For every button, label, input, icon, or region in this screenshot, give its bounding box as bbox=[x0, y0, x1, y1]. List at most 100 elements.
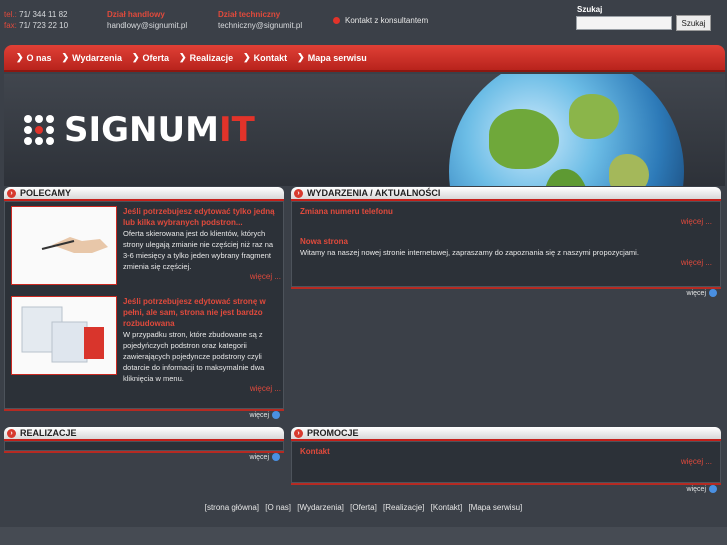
search-label: Szukaj bbox=[577, 5, 603, 14]
more-link[interactable]: więcej ... bbox=[123, 384, 281, 393]
polecamy-more[interactable]: więcej bbox=[4, 409, 284, 419]
polecamy-item-1: Jeśli potrzebujesz edytować tylko jedną … bbox=[123, 206, 281, 281]
arrow-down-icon bbox=[272, 453, 280, 461]
phone-contact: tel.: 71/ 344 11 82 fax: 71/ 723 22 10 bbox=[4, 9, 68, 31]
more-link[interactable]: więcej ... bbox=[123, 272, 281, 281]
logo-accent: IT bbox=[218, 110, 255, 150]
consultant-label: Kontakt z konsultantem bbox=[345, 16, 429, 25]
status-dot-icon bbox=[333, 17, 340, 24]
sales-title: Dział handlowy bbox=[107, 10, 165, 19]
search-button[interactable]: Szukaj bbox=[676, 15, 711, 31]
realizacje-header: › REALIZACJE bbox=[4, 427, 284, 441]
footer-link-wydarzenia[interactable]: [Wydarzenia] bbox=[297, 503, 344, 512]
nav-item-o-nas[interactable]: ❯ O nas bbox=[16, 52, 52, 63]
promocje-title: PROMOCJE bbox=[307, 428, 359, 438]
arrow-bullet-icon: › bbox=[294, 428, 303, 438]
nav-label: Realizacje bbox=[189, 52, 234, 63]
sales-email[interactable]: handlowy@signumit.pl bbox=[107, 20, 187, 31]
realizacje-panel: › REALIZACJE więcej bbox=[4, 427, 284, 465]
footer-links: [strona główna] [O nas] [Wydarzenia] [Of… bbox=[0, 503, 727, 512]
footer-bar bbox=[0, 527, 727, 545]
item-title[interactable]: Jeśli potrzebujesz edytować tylko jedną … bbox=[123, 206, 281, 228]
fax-label: fax: bbox=[4, 21, 17, 30]
tech-department: Dział techniczny techniczny@signumit.pl bbox=[218, 9, 302, 31]
more-label: więcej bbox=[249, 453, 269, 461]
footer-link-mapa[interactable]: [Mapa serwisu] bbox=[468, 503, 522, 512]
promocje-body: Kontakt więcej ... bbox=[291, 441, 721, 483]
item-text: W przypadku stron, które zbudowane są z … bbox=[123, 330, 265, 383]
nav-label: Mapa serwisu bbox=[307, 52, 367, 63]
arrow-bullet-icon: › bbox=[7, 428, 16, 438]
arrow-down-icon bbox=[709, 485, 717, 493]
more-link[interactable]: więcej ... bbox=[300, 457, 712, 466]
polecamy-body: Jeśli potrzebujesz edytować tylko jedną … bbox=[4, 201, 284, 409]
nav-label: Kontakt bbox=[253, 52, 288, 63]
more-label: więcej bbox=[686, 485, 706, 493]
boxes-image[interactable] bbox=[11, 296, 117, 375]
wydarzenia-title: WYDARZENIA / AKTUALNOŚCI bbox=[307, 188, 441, 198]
chevron-right-icon: ❯ bbox=[131, 52, 140, 62]
hero-banner: SIGNUMIT bbox=[4, 74, 725, 186]
more-label: więcej bbox=[249, 411, 269, 419]
footer-link-o-nas[interactable]: [O nas] bbox=[265, 503, 291, 512]
nav-item-realizacje[interactable]: ❯ Realizacje bbox=[179, 52, 233, 63]
footer-link-home[interactable]: [strona główna] bbox=[205, 503, 259, 512]
polecamy-header: › POLECAMY bbox=[4, 187, 284, 201]
polecamy-panel: › POLECAMY Jeśli potrzebujesz edytować ty… bbox=[4, 187, 284, 422]
wydarzenia-body: Zmiana numeru telefonu więcej ... Nowa s… bbox=[291, 201, 721, 287]
logo-text: SIGNUM bbox=[64, 110, 219, 150]
globe-image bbox=[449, 74, 684, 186]
wydarzenia-panel: › WYDARZENIA / AKTUALNOŚCI Zmiana numeru … bbox=[291, 187, 721, 301]
nav-item-wydarzenia[interactable]: ❯ Wydarzenia bbox=[62, 52, 122, 63]
tel-number: 71/ 344 11 82 bbox=[19, 10, 68, 19]
news-text: Witamy na naszej nowej stronie interneto… bbox=[300, 248, 639, 257]
item-title[interactable]: Jeśli potrzebujesz edytować stronę w peł… bbox=[123, 296, 281, 329]
main-nav: ❯ O nas ❯ Wydarzenia ❯ Oferta ❯ Realizacje ❯… bbox=[4, 45, 725, 72]
more-link[interactable]: więcej ... bbox=[300, 258, 712, 267]
promo-title[interactable]: Kontakt bbox=[300, 446, 712, 457]
wydarzenia-more[interactable]: więcej bbox=[291, 287, 721, 297]
tech-email[interactable]: techniczny@signumit.pl bbox=[218, 20, 302, 31]
chevron-right-icon: ❯ bbox=[243, 52, 251, 62]
promocje-more[interactable]: więcej bbox=[291, 483, 721, 493]
chevron-right-icon: ❯ bbox=[297, 52, 305, 62]
footer-link-realizacje[interactable]: [Realizacje] bbox=[383, 503, 424, 512]
pen-hand-image[interactable] bbox=[11, 206, 117, 285]
promocje-panel: › PROMOCJE Kontakt więcej ... więcej bbox=[291, 427, 721, 497]
logo-dots-icon bbox=[24, 115, 54, 145]
search-input[interactable] bbox=[576, 16, 672, 30]
nav-label: Oferta bbox=[142, 52, 170, 63]
nav-item-mapa-serwisu[interactable]: ❯ Mapa serwisu bbox=[297, 52, 367, 63]
polecamy-title: POLECAMY bbox=[20, 188, 72, 198]
realizacje-more[interactable]: więcej bbox=[4, 451, 284, 461]
news-title[interactable]: Nowa strona bbox=[300, 236, 712, 247]
chevron-right-icon: ❯ bbox=[61, 52, 70, 62]
nav-item-kontakt[interactable]: ❯ Kontakt bbox=[243, 52, 287, 63]
arrow-down-icon bbox=[272, 411, 280, 419]
consultant-link[interactable]: Kontakt z konsultantem bbox=[333, 16, 428, 25]
more-label: więcej bbox=[686, 289, 706, 297]
item-text: Oferta skierowana jest do klientów, któr… bbox=[123, 229, 274, 271]
arrow-bullet-icon: › bbox=[294, 188, 303, 198]
arrow-down-icon bbox=[709, 289, 717, 297]
sales-department: Dział handlowy handlowy@signumit.pl bbox=[107, 9, 187, 31]
chevron-right-icon: ❯ bbox=[16, 52, 24, 62]
nav-label: Wydarzenia bbox=[72, 52, 122, 63]
nav-label: O nas bbox=[26, 52, 52, 63]
polecamy-item-2: Jeśli potrzebujesz edytować stronę w peł… bbox=[123, 296, 281, 393]
tech-title: Dział techniczny bbox=[218, 10, 281, 19]
fax-number: 71/ 723 22 10 bbox=[19, 21, 69, 30]
tel-label: tel.: bbox=[4, 10, 17, 19]
arrow-bullet-icon: › bbox=[7, 188, 16, 198]
realizacje-body bbox=[4, 441, 284, 451]
realizacje-title: REALIZACJE bbox=[20, 428, 77, 438]
promocje-header: › PROMOCJE bbox=[291, 427, 721, 441]
wydarzenia-header: › WYDARZENIA / AKTUALNOŚCI bbox=[291, 187, 721, 201]
news-title[interactable]: Zmiana numeru telefonu bbox=[300, 206, 712, 217]
nav-item-oferta[interactable]: ❯ Oferta bbox=[132, 52, 169, 63]
more-link[interactable]: więcej ... bbox=[300, 217, 712, 226]
chevron-right-icon: ❯ bbox=[179, 52, 187, 62]
footer-link-kontakt[interactable]: [Kontakt] bbox=[431, 503, 463, 512]
footer-link-oferta[interactable]: [Oferta] bbox=[350, 503, 377, 512]
signumit-logo[interactable]: SIGNUMIT bbox=[24, 110, 255, 150]
